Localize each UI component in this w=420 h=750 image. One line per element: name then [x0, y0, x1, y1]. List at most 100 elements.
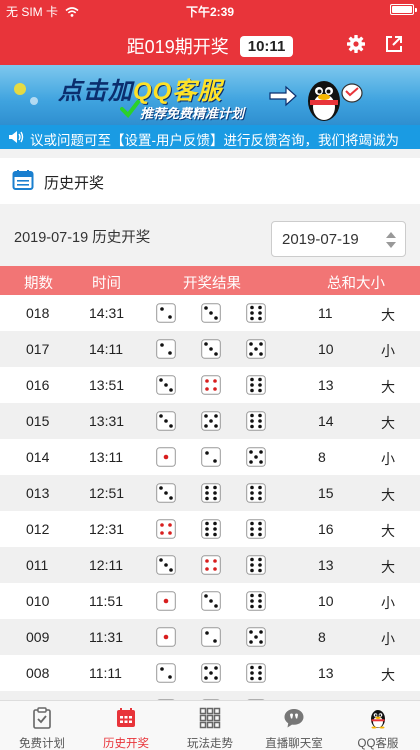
banner-headline: 点击加QQ客服: [58, 71, 222, 106]
row-time: 11:11: [89, 665, 122, 681]
table-row: 015 13:31 14 大: [0, 403, 420, 439]
row-size: 大: [381, 559, 395, 575]
tab-bar: 免费计划 历史开奖 玩法走势 直播聊天室 QQ客服: [0, 700, 420, 750]
row-sum: 13: [318, 665, 334, 681]
die-face-2-icon: [201, 447, 221, 467]
results-table-body: 018 14:31 11 大 017 14:11 10 小 016 13:51 13 大 015 13:3…: [0, 295, 420, 700]
die-face-6-icon: [246, 519, 266, 539]
table-row: 014 13:11 8 小: [0, 439, 420, 475]
table-row: 009 11:31 8 小: [0, 619, 420, 655]
notice-marquee: 议或问题可至【设置-用户反馈】进行反馈咨询，我们将竭诚为: [0, 125, 420, 149]
die-face-3-icon: [156, 375, 176, 395]
tab-trends[interactable]: 玩法走势: [168, 701, 252, 750]
status-time: 下午2:39: [185, 5, 235, 19]
countdown-timer: 10:11: [239, 35, 294, 57]
die-face-6-icon: [246, 591, 266, 611]
die-face-4-icon: [156, 519, 176, 539]
banner-headline-highlight: QQ客服: [133, 78, 223, 105]
die-face-6-icon: [201, 519, 221, 539]
die-face-3-icon: [201, 339, 221, 359]
table-row: 016 13:51 13 大: [0, 367, 420, 403]
die-face-3-icon: [156, 483, 176, 503]
tab-free-plan[interactable]: 免费计划: [0, 701, 84, 750]
qq-penguin-icon: [308, 81, 363, 121]
row-period: 011: [26, 557, 49, 573]
table-row: 00710:51: [0, 691, 420, 700]
tab-qq-service[interactable]: QQ客服: [336, 701, 420, 750]
date-picker[interactable]: 2019-07-19: [271, 221, 406, 257]
row-size: 大: [381, 415, 395, 431]
battery-status: [387, 3, 417, 17]
status-bar: 无 SIM 卡 下午2:39: [0, 0, 420, 20]
die-face-2-icon: [156, 339, 176, 359]
speaker-icon: [9, 131, 24, 143]
row-size: 小: [381, 595, 395, 611]
row-sum: 10: [318, 341, 334, 357]
row-size: 小: [381, 631, 395, 647]
share-icon[interactable]: [384, 34, 404, 54]
die-face-5-icon: [246, 339, 266, 359]
die-face-1-icon: [156, 627, 176, 647]
row-size: 大: [381, 487, 395, 503]
table-row: 018 14:31 11 大: [0, 295, 420, 331]
row-sum: 16: [318, 521, 334, 537]
table-row: 012 12:31 16 大: [0, 511, 420, 547]
row-sum: 15: [318, 485, 334, 501]
row-sum: 13: [318, 377, 334, 393]
die-face-1-icon: [156, 447, 176, 467]
table-header: 期数 时间 开奖结果 总和大小: [0, 266, 420, 295]
row-time: 14:11: [89, 341, 123, 357]
die-face-3-icon: [156, 411, 176, 431]
banner-subtitle: 推荐免费精准计划: [140, 106, 245, 121]
qq-penguin-icon: [371, 710, 385, 729]
row-time: 14:31: [89, 305, 125, 321]
checkmark-icon: [120, 100, 140, 119]
die-face-6-icon: [246, 483, 266, 503]
row-period: 015: [26, 413, 50, 429]
row-sum: 8: [318, 449, 326, 465]
row-sum: 13: [318, 557, 334, 573]
tab-chatroom[interactable]: 直播聊天室: [252, 701, 336, 750]
grid-icon: [199, 707, 221, 729]
row-period: 008: [26, 665, 50, 681]
spinner-arrows-icon[interactable]: [385, 230, 397, 250]
row-size: 大: [381, 667, 395, 683]
qq-service-banner[interactable]: 点击加QQ客服 推荐免费精准计划: [0, 65, 420, 125]
die-face-5-icon: [201, 411, 221, 431]
row-time: 12:51: [89, 485, 125, 501]
row-time: 11:31: [89, 629, 123, 645]
die-face-3-icon: [201, 303, 221, 323]
battery-icon: [390, 4, 417, 15]
die-face-5-icon: [246, 627, 266, 647]
calendar-icon: [117, 708, 135, 727]
row-period: 010: [26, 593, 50, 609]
sparkle-decoration-icon: [14, 83, 38, 105]
section-header: 历史开奖: [0, 158, 420, 204]
header-sum-size: 总和大小: [327, 276, 385, 292]
date-picker-value: 2019-07-19: [282, 231, 359, 248]
die-face-6-icon: [201, 483, 221, 503]
row-size: 大: [381, 523, 395, 539]
header-period: 期数: [24, 276, 53, 292]
arrow-right-icon: [269, 85, 297, 107]
row-period: 017: [26, 341, 50, 357]
clipboard-check-icon: [33, 707, 51, 729]
row-sum: 8: [318, 629, 326, 645]
table-row: 011 12:11 13 大: [0, 547, 420, 583]
tab-history[interactable]: 历史开奖: [84, 701, 168, 750]
row-time: 12:11: [89, 557, 123, 573]
next-draw-label: 距019期开奖: [126, 37, 229, 57]
header-result: 开奖结果: [183, 276, 241, 292]
die-face-4-icon: [201, 375, 221, 395]
section-title: 历史开奖: [44, 175, 105, 192]
row-time: 13:11: [89, 449, 123, 465]
die-face-6-icon: [246, 303, 266, 323]
die-face-1-icon: [156, 591, 176, 611]
calendar-icon: [12, 170, 34, 190]
tab-label: 历史开奖: [103, 738, 149, 750]
gear-icon[interactable]: [346, 34, 366, 54]
row-time: 13:51: [89, 377, 125, 393]
tab-label: 免费计划: [19, 738, 65, 750]
die-face-5-icon: [246, 447, 266, 467]
die-face-2-icon: [156, 303, 176, 323]
